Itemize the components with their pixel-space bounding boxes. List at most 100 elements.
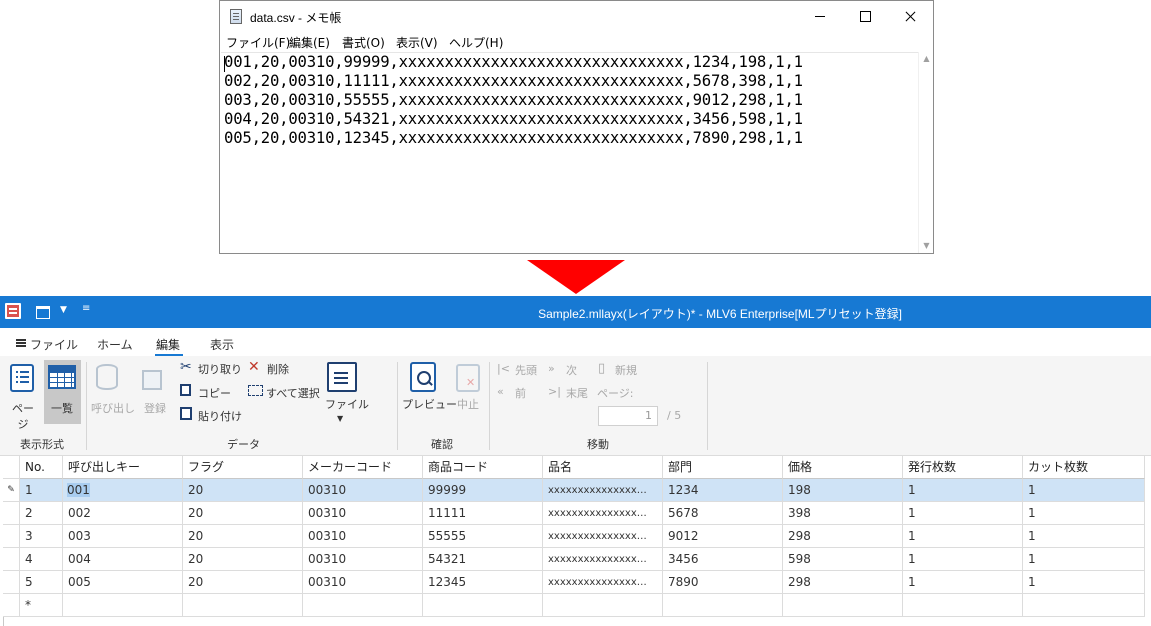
- table-cell[interactable]: 398: [783, 502, 903, 525]
- delete-button[interactable]: 削除: [267, 361, 289, 377]
- preview-icon[interactable]: [410, 362, 436, 392]
- table-cell[interactable]: 002: [63, 502, 183, 525]
- table-cell[interactable]: 9012: [663, 525, 783, 548]
- close-button[interactable]: [887, 1, 933, 32]
- header-product-name[interactable]: 品名: [543, 456, 663, 479]
- select-all-button[interactable]: すべて選択: [266, 385, 320, 401]
- header-cut-count[interactable]: カット枚数: [1023, 456, 1145, 479]
- file-button[interactable]: ファイル: [325, 396, 369, 412]
- table-cell[interactable]: 198: [783, 479, 903, 502]
- notepad-text-area[interactable]: 001,20,00310,99999,xxxxxxxxxxxxxxxxxxxxx…: [221, 52, 918, 253]
- tab-view[interactable]: 表示: [210, 336, 234, 353]
- select-all-icon[interactable]: [248, 385, 263, 396]
- table-cell[interactable]: 1: [1023, 571, 1145, 594]
- prev-record-icon[interactable]: «: [497, 385, 504, 398]
- header-product-code[interactable]: 商品コード: [423, 456, 543, 479]
- table-cell[interactable]: 003: [63, 525, 183, 548]
- page-view-icon[interactable]: [10, 364, 34, 392]
- register-button[interactable]: 登録: [144, 400, 166, 416]
- last-record-icon[interactable]: >|: [548, 385, 561, 398]
- table-cell[interactable]: xxxxxxxxxxxxxxx…: [543, 548, 663, 571]
- scissors-icon[interactable]: [180, 359, 194, 375]
- table-cell[interactable]: [303, 594, 423, 617]
- menu-edit[interactable]: 編集(E): [289, 34, 330, 51]
- table-cell[interactable]: [63, 594, 183, 617]
- table-cell[interactable]: 20: [183, 479, 303, 502]
- stop-button[interactable]: 中止: [457, 396, 479, 412]
- stop-icon[interactable]: [456, 364, 480, 392]
- copy-icon[interactable]: [180, 384, 191, 396]
- header-price[interactable]: 価格: [783, 456, 903, 479]
- table-cell[interactable]: 004: [63, 548, 183, 571]
- file-icon[interactable]: [327, 362, 357, 392]
- table-cell[interactable]: 00310: [303, 548, 423, 571]
- tab-home[interactable]: ホーム: [97, 336, 133, 353]
- table-cell[interactable]: 1: [20, 479, 63, 502]
- table-cell[interactable]: 55555: [423, 525, 543, 548]
- header-no[interactable]: No.: [20, 456, 63, 479]
- chevron-down-icon[interactable]: ▼: [337, 414, 343, 423]
- first-button[interactable]: 先頭: [515, 362, 537, 378]
- new-button[interactable]: 新規: [615, 362, 637, 378]
- table-cell[interactable]: 1: [903, 525, 1023, 548]
- next-record-icon[interactable]: »: [548, 362, 555, 375]
- table-cell[interactable]: 005: [63, 571, 183, 594]
- table-cell[interactable]: 20: [183, 525, 303, 548]
- row-indicator[interactable]: [3, 594, 20, 617]
- table-cell[interactable]: 298: [783, 525, 903, 548]
- cut-button[interactable]: 切り取り: [198, 361, 242, 377]
- new-row-marker[interactable]: *: [20, 594, 63, 617]
- table-cell[interactable]: 00310: [303, 502, 423, 525]
- table-cell[interactable]: xxxxxxxxxxxxxxx…: [543, 502, 663, 525]
- header-department[interactable]: 部門: [663, 456, 783, 479]
- table-cell[interactable]: 5678: [663, 502, 783, 525]
- table-cell[interactable]: [783, 594, 903, 617]
- table-cell[interactable]: [1023, 594, 1145, 617]
- call-button[interactable]: 呼び出し: [91, 400, 135, 416]
- register-icon[interactable]: [142, 370, 162, 390]
- vertical-scrollbar[interactable]: ▲ ▼: [918, 52, 933, 253]
- table-cell[interactable]: 00310: [303, 525, 423, 548]
- table-cell[interactable]: 20: [183, 548, 303, 571]
- table-cell-active[interactable]: 001: [63, 479, 183, 502]
- row-indicator[interactable]: [3, 571, 20, 594]
- table-cell[interactable]: xxxxxxxxxxxxxxx…: [543, 571, 663, 594]
- table-cell[interactable]: 1: [903, 479, 1023, 502]
- menu-file[interactable]: ファイル(F): [226, 34, 290, 51]
- menu-help[interactable]: ヘルプ(H): [449, 34, 503, 51]
- prev-button[interactable]: 前: [515, 385, 526, 401]
- table-cell[interactable]: 12345: [423, 571, 543, 594]
- table-cell[interactable]: 1: [903, 571, 1023, 594]
- header-call-key[interactable]: 呼び出しキー: [63, 456, 183, 479]
- table-cell[interactable]: 3456: [663, 548, 783, 571]
- header-maker-code[interactable]: メーカーコード: [303, 456, 423, 479]
- table-cell[interactable]: xxxxxxxxxxxxxxx…: [543, 479, 663, 502]
- table-cell[interactable]: 20: [183, 571, 303, 594]
- table-cell[interactable]: 5: [20, 571, 63, 594]
- menu-format[interactable]: 書式(O): [342, 34, 385, 51]
- row-indicator[interactable]: [3, 548, 20, 571]
- table-cell[interactable]: 20: [183, 502, 303, 525]
- paste-icon[interactable]: [180, 407, 192, 420]
- last-button[interactable]: 末尾: [566, 385, 588, 401]
- list-view-icon[interactable]: [48, 365, 76, 389]
- scroll-up-icon[interactable]: ▲: [919, 52, 934, 66]
- table-cell[interactable]: 1: [903, 548, 1023, 571]
- page-number-input[interactable]: 1: [598, 406, 658, 426]
- table-cell[interactable]: [423, 594, 543, 617]
- table-cell[interactable]: 1: [1023, 548, 1145, 571]
- preview-button[interactable]: プレビュー: [402, 396, 457, 412]
- table-cell[interactable]: [543, 594, 663, 617]
- menu-view[interactable]: 表示(V): [396, 34, 438, 51]
- header-issue-count[interactable]: 発行枚数: [903, 456, 1023, 479]
- new-document-icon[interactable]: ▯: [598, 361, 605, 376]
- table-cell[interactable]: [663, 594, 783, 617]
- paste-button[interactable]: 貼り付け: [198, 408, 242, 424]
- table-cell[interactable]: 7890: [663, 571, 783, 594]
- delete-icon[interactable]: [248, 359, 262, 375]
- tab-file[interactable]: ファイル: [30, 336, 78, 353]
- copy-button[interactable]: コピー: [198, 385, 231, 401]
- table-cell[interactable]: [183, 594, 303, 617]
- table-cell[interactable]: 598: [783, 548, 903, 571]
- table-cell[interactable]: 1: [1023, 525, 1145, 548]
